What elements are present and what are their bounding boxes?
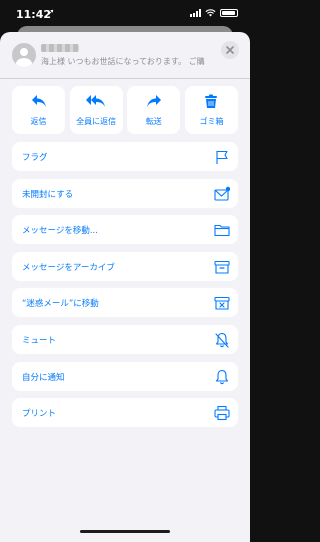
signal-icon (190, 9, 201, 17)
message-header: 海上様 いつもお世話になっております。 ご購 (0, 32, 250, 72)
reply-label: 返信 (30, 117, 47, 126)
reply-all-icon (86, 95, 106, 107)
close-icon (226, 46, 234, 54)
printer-icon (214, 406, 230, 421)
forward-button[interactable]: 転送 (127, 86, 181, 134)
folder-icon (214, 225, 230, 237)
bell-slash-icon (215, 332, 229, 348)
junk-box-icon (214, 297, 230, 310)
menu-item-label: “迷惑メール”に移動 (22, 299, 99, 310)
menu-item-label: メッセージをアーカイブ (22, 262, 115, 273)
menu-item-label: 自分に通知 (22, 372, 65, 383)
message-preview: 海上様 いつもお世話になっております。 ご購 (41, 57, 205, 66)
flag-icon (216, 150, 228, 164)
trash-label: ゴミ箱 (199, 117, 224, 126)
sender-name-redacted (41, 44, 79, 52)
menu-item-label: ミュート (22, 335, 57, 346)
archive-box-icon (214, 260, 230, 274)
unread-envelope-icon (214, 186, 230, 201)
menu-item-notify-me[interactable]: 自分に通知 (12, 361, 238, 391)
menu-item-label: メッセージを移動... (22, 226, 98, 237)
trash-button[interactable]: ゴミ箱 (184, 86, 238, 134)
action-sheet: 海上様 いつもお世話になっております。 ご購 返信 全員に返信 転送 ゴミ箱 フ… (0, 32, 250, 542)
forward-icon (146, 95, 161, 107)
menu-item-flag[interactable]: フラグ (12, 142, 238, 171)
wifi-icon (205, 9, 216, 17)
divider (0, 78, 250, 79)
close-button[interactable] (221, 41, 239, 59)
menu-item-print[interactable]: プリント (12, 398, 238, 428)
menu-item-label: フラグ (22, 153, 48, 163)
reply-all-button[interactable]: 全員に返信 (69, 86, 123, 134)
menu-item-archive[interactable]: メッセージをアーカイブ (12, 251, 238, 281)
battery-icon (220, 9, 238, 17)
quick-actions: 返信 全員に返信 転送 ゴミ箱 (12, 86, 238, 134)
menu-item-mark-unread[interactable]: 未開封にする (12, 178, 238, 208)
trash-icon (205, 94, 218, 108)
reply-button[interactable]: 返信 (12, 86, 65, 134)
menu-item-junk[interactable]: “迷惑メール”に移動 (12, 288, 238, 318)
menu-item-label: プリント (22, 409, 57, 420)
status-icons (190, 9, 238, 17)
menu-item-label: 未開封にする (22, 189, 74, 200)
reply-all-label: 全員に返信 (76, 117, 117, 126)
home-indicator (80, 530, 170, 533)
status-time: 11:42 (16, 8, 52, 21)
bell-icon (215, 369, 229, 384)
menu-item-move[interactable]: メッセージを移動... (12, 215, 238, 245)
forward-label: 転送 (145, 117, 162, 126)
person-icon (12, 43, 36, 67)
reply-icon (31, 95, 46, 107)
location-arrow-icon: ➚ (47, 8, 55, 18)
menu-item-mute[interactable]: ミュート (12, 324, 238, 354)
action-menu: フラグ 未開封にする メッセージを移動... メッセージをアーカイブ “迷惑メー… (12, 142, 238, 435)
